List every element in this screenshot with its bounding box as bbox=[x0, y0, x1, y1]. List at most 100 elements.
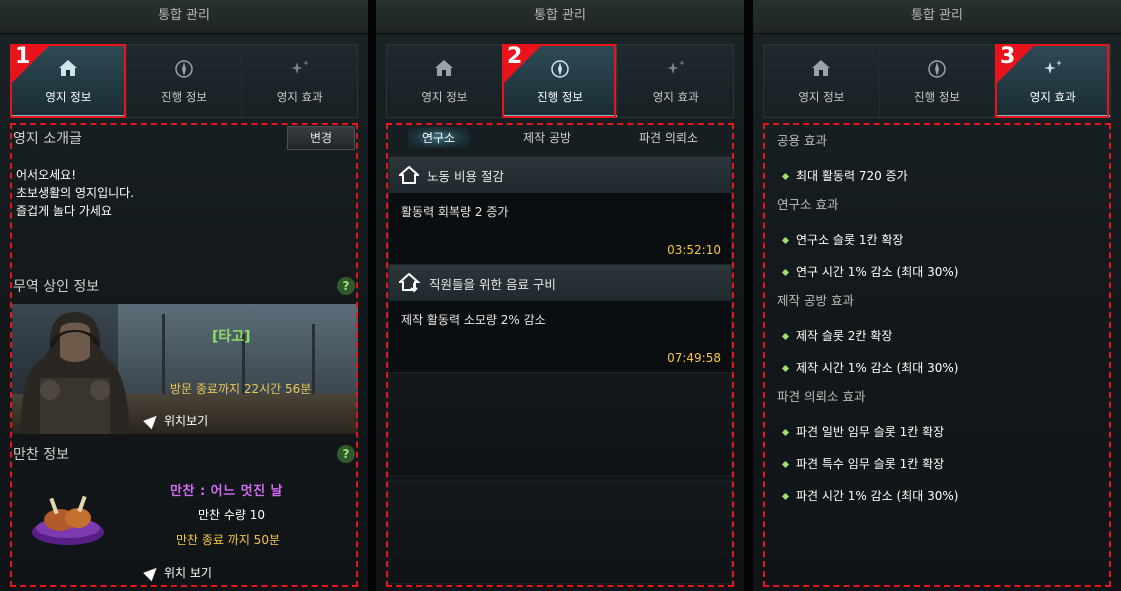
card-title: 직원들을 위한 음료 구비 bbox=[429, 276, 556, 292]
bullet-icon bbox=[781, 236, 790, 244]
effect-item: 파견 일반 임무 슬롯 1칸 확장 bbox=[777, 416, 1097, 448]
house-icon bbox=[399, 166, 419, 184]
feast-quantity: 만찬 수량 10 bbox=[198, 508, 266, 522]
help-button[interactable]: ? bbox=[337, 445, 355, 463]
compass-icon bbox=[926, 57, 948, 85]
subtab-dispatch[interactable]: 파견 의뢰소 bbox=[625, 127, 712, 148]
effect-item: 파견 시간 1% 감소 (최대 30%) bbox=[777, 480, 1097, 512]
tab-territory-info[interactable]: 영지 정보 bbox=[387, 45, 503, 117]
intro-line: 어서오세요! bbox=[16, 168, 77, 182]
tab-label: 영지 정보 bbox=[798, 90, 845, 104]
tab-label: 진행 정보 bbox=[161, 90, 207, 104]
effect-text: 연구소 슬롯 1칸 확장 bbox=[796, 233, 904, 247]
sparkle-icon bbox=[288, 57, 312, 85]
panel-progress-info: 통합 관리 영지 정보 진행 정보 영지 효과 2 연구소 제작 공방 파견 의… bbox=[376, 0, 744, 591]
bullet-icon bbox=[781, 268, 790, 276]
compass-icon bbox=[173, 57, 195, 85]
card-header: 노동 비용 절감 bbox=[389, 157, 731, 193]
feast-location-link[interactable]: 위치 보기 bbox=[143, 563, 212, 582]
window-title: 통합 관리 bbox=[376, 0, 744, 34]
empty-slot bbox=[388, 480, 732, 584]
tab-progress-info[interactable]: 진행 정보 bbox=[126, 45, 243, 117]
card-body: 제작 활동력 소모량 2% 감소 07:49:58 bbox=[389, 301, 731, 373]
location-arrow-icon bbox=[143, 563, 161, 582]
highlight-box: 3 bbox=[995, 44, 1109, 118]
subtab-lab[interactable]: 연구소 bbox=[407, 126, 470, 148]
bullet-icon bbox=[781, 364, 790, 372]
tab-label: 진행 정보 bbox=[914, 90, 960, 104]
feast-dish-icon bbox=[32, 495, 104, 545]
tab-label: 영지 효과 bbox=[652, 90, 699, 104]
feast-header: 만찬 정보 ? bbox=[13, 440, 355, 468]
location-arrow-icon bbox=[143, 411, 161, 430]
progress-card: 노동 비용 절감 활동력 회복량 2 증가 03:52:10 bbox=[388, 156, 732, 266]
bullet-icon bbox=[781, 460, 790, 468]
intro-title: 영지 소개글 bbox=[13, 131, 82, 147]
effects-list: 공용 효과 최대 활동력 720 증가 연구소 효과 연구소 슬롯 1칸 확장 … bbox=[777, 128, 1097, 512]
highlight-box: 2 bbox=[502, 44, 616, 118]
marker-number: 3 bbox=[1000, 44, 1016, 69]
empty-slot bbox=[388, 372, 732, 476]
mast bbox=[162, 314, 165, 404]
tab-territory-effects[interactable]: 영지 효과 bbox=[242, 45, 358, 117]
trader-header: 무역 상인 정보 ? bbox=[13, 272, 355, 300]
effect-item: 제작 슬롯 2칸 확장 bbox=[777, 320, 1097, 352]
sub-tabs: 연구소 제작 공방 파견 의뢰소 bbox=[388, 126, 732, 148]
effect-category: 공용 효과 bbox=[777, 133, 827, 148]
effect-item: 최대 활동력 720 증가 bbox=[777, 160, 1097, 192]
trader-time: 방문 종료까지 22시간 56분 bbox=[170, 382, 312, 396]
tab-label: 영지 정보 bbox=[421, 90, 468, 104]
marker-badge: 3 bbox=[997, 44, 1035, 82]
feast-name: 만찬 : 어느 멋진 날 bbox=[170, 484, 284, 499]
card-timer: 03:52:10 bbox=[667, 243, 721, 257]
window-title: 통합 관리 bbox=[0, 0, 368, 34]
house-icon bbox=[810, 57, 832, 85]
subtab-workshop[interactable]: 제작 공방 bbox=[509, 127, 585, 148]
house-down-icon bbox=[399, 273, 421, 293]
tab-territory-effects[interactable]: 영지 효과 bbox=[618, 45, 734, 117]
effect-text: 연구 시간 1% 감소 (최대 30%) bbox=[796, 265, 959, 279]
marker-badge: 2 bbox=[504, 44, 542, 82]
bullet-icon bbox=[781, 492, 790, 500]
intro-header: 영지 소개글 변경 bbox=[13, 124, 355, 152]
feast-end-time: 만찬 종료 까지 50분 bbox=[176, 533, 280, 547]
effect-item: 연구소 슬롯 1칸 확장 bbox=[777, 224, 1097, 256]
intro-text: 어서오세요! 초보생활의 영지입니다. 즐겁게 놀다 가세요 bbox=[16, 166, 134, 220]
effect-text: 파견 일반 임무 슬롯 1칸 확장 bbox=[796, 425, 945, 439]
effect-text: 파견 시간 1% 감소 (최대 30%) bbox=[796, 489, 959, 503]
highlight-box: 1 bbox=[10, 44, 126, 118]
progress-card: 직원들을 위한 음료 구비 제작 활동력 소모량 2% 감소 07:49:58 bbox=[388, 264, 732, 374]
effect-item: 파견 특수 임무 슬롯 1칸 확장 bbox=[777, 448, 1097, 480]
effect-item: 연구 시간 1% 감소 (최대 30%) bbox=[777, 256, 1097, 288]
panel-territory-effects: 통합 관리 영지 정보 진행 정보 영지 효과 3 공용 효과 최대 활동력 7… bbox=[753, 0, 1121, 591]
screenshot-root: 통합 관리 영지 정보 진행 정보 영지 효과 1 영지 소개글 변경 어서오세… bbox=[0, 0, 1121, 591]
help-button[interactable]: ? bbox=[337, 277, 355, 295]
card-desc: 제작 활동력 소모량 2% 감소 bbox=[401, 313, 546, 327]
card-header: 직원들을 위한 음료 구비 bbox=[389, 265, 731, 301]
change-button[interactable]: 변경 bbox=[287, 126, 355, 150]
card-desc: 활동력 회복량 2 증가 bbox=[401, 205, 509, 219]
marker-number: 2 bbox=[507, 44, 523, 69]
trader-name: [타고] bbox=[212, 329, 251, 345]
card-title: 노동 비용 절감 bbox=[427, 168, 504, 184]
effect-category: 파견 의뢰소 효과 bbox=[777, 389, 866, 404]
tab-label: 영지 효과 bbox=[276, 90, 323, 104]
card-body: 활동력 회복량 2 증가 03:52:10 bbox=[389, 193, 731, 265]
effect-text: 제작 시간 1% 감소 (최대 30%) bbox=[796, 361, 959, 375]
bullet-icon bbox=[781, 428, 790, 436]
bullet-icon bbox=[781, 172, 790, 180]
trader-portrait bbox=[20, 308, 130, 434]
tab-territory-info[interactable]: 영지 정보 bbox=[764, 45, 880, 117]
house-icon bbox=[433, 57, 455, 85]
tab-progress-info[interactable]: 진행 정보 bbox=[879, 45, 996, 117]
marker-badge: 1 bbox=[12, 44, 50, 82]
effect-category: 제작 공방 효과 bbox=[777, 293, 854, 308]
card-timer: 07:49:58 bbox=[667, 351, 721, 365]
feast-title: 만찬 정보 bbox=[13, 447, 69, 463]
bullet-icon bbox=[781, 332, 790, 340]
trader-location-link[interactable]: 위치보기 bbox=[143, 411, 209, 430]
effect-item: 제작 시간 1% 감소 (최대 30%) bbox=[777, 352, 1097, 384]
intro-line: 초보생활의 영지입니다. bbox=[16, 186, 135, 200]
trader-location-label: 위치보기 bbox=[164, 414, 209, 428]
window-title: 통합 관리 bbox=[753, 0, 1121, 34]
